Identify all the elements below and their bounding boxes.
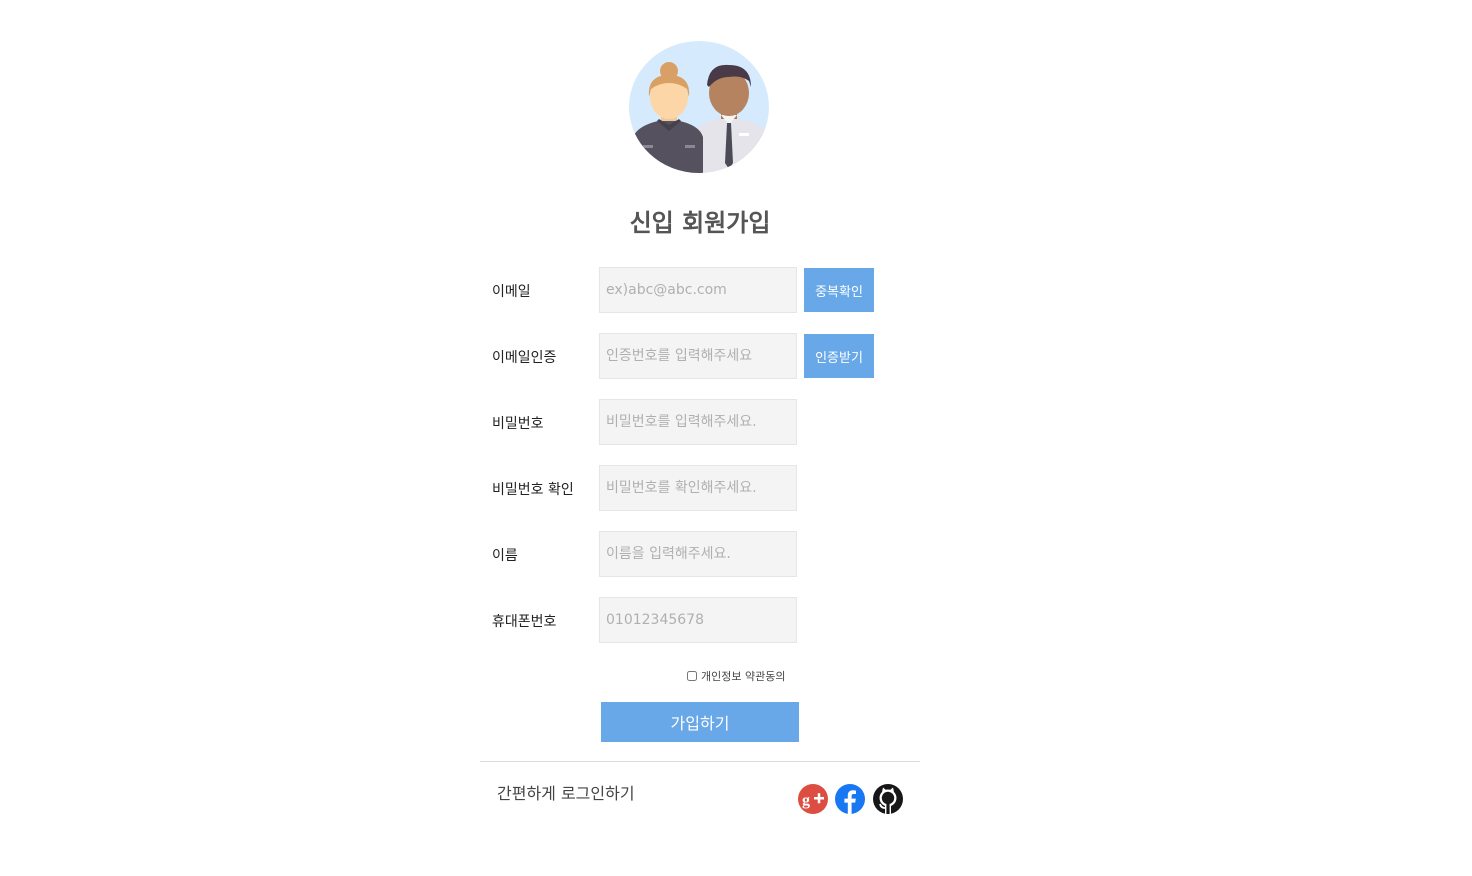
phone-row: 휴대폰번호	[480, 597, 920, 643]
easy-login-label: 간편하게 로그인하기	[497, 784, 635, 803]
facebook-icon[interactable]	[834, 783, 866, 815]
verification-code-input[interactable]	[599, 333, 797, 379]
phone-input[interactable]	[599, 597, 797, 643]
password-input[interactable]	[599, 399, 797, 445]
name-label: 이름	[492, 548, 518, 564]
people-avatar-icon	[629, 41, 769, 173]
password-confirm-row: 비밀번호 확인	[480, 465, 920, 511]
email-verify-label: 이메일인증	[492, 350, 557, 366]
check-duplicate-button[interactable]: 중복확인	[804, 268, 874, 312]
get-verification-button[interactable]: 인증받기	[804, 334, 874, 378]
email-verify-row: 이메일인증 인증받기	[480, 333, 920, 379]
privacy-agree[interactable]: 개인정보 약관동의	[687, 668, 785, 684]
google-plus-icon[interactable]: g	[797, 783, 829, 815]
email-row: 이메일 중복확인	[480, 267, 920, 313]
email-label: 이메일	[492, 284, 531, 300]
privacy-agree-checkbox[interactable]	[687, 671, 697, 681]
page-title: 신입 회원가입	[629, 209, 771, 237]
divider	[480, 761, 920, 762]
password-confirm-input[interactable]	[599, 465, 797, 511]
github-icon[interactable]	[872, 783, 904, 815]
password-row: 비밀번호	[480, 399, 920, 445]
signup-button[interactable]: 가입하기	[601, 702, 799, 742]
svg-text:g: g	[802, 792, 810, 809]
name-row: 이름	[480, 531, 920, 577]
password-label: 비밀번호	[492, 416, 544, 432]
signup-page: 신입 회원가입 이메일 중복확인 이메일인증 인증받기 비밀번호 비밀번호 확인…	[0, 0, 1472, 876]
phone-label: 휴대폰번호	[492, 614, 557, 630]
password-confirm-label: 비밀번호 확인	[492, 482, 574, 498]
email-input[interactable]	[599, 267, 797, 313]
name-input[interactable]	[599, 531, 797, 577]
privacy-agree-label: 개인정보 약관동의	[701, 670, 786, 683]
